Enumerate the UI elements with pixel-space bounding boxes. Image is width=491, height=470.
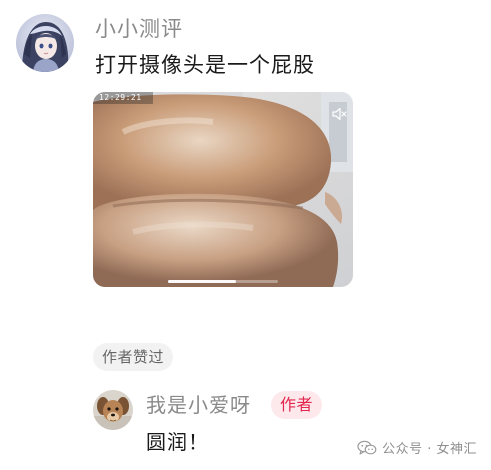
video-timestamp: 12:29:21 [99, 93, 142, 102]
video-progress-bar[interactable] [168, 280, 278, 283]
comment-username[interactable]: 小小测评 [95, 14, 183, 44]
reply-username[interactable]: 我是小爱呀 [146, 390, 251, 420]
user-avatar[interactable] [16, 14, 74, 72]
watermark-text: 公众号 · 女神汇 [382, 442, 477, 457]
video-progress-fill [168, 280, 237, 283]
author-tag: 作者 [271, 391, 323, 419]
comment-thread: 小小测评 打开摄像头是一个屁股 12:29:21 作者赞过 我是小爱呀 作者 圆… [0, 0, 491, 470]
dog-avatar-icon [93, 390, 133, 430]
reply-text: 圆润！ [146, 430, 209, 454]
video-frame-image [93, 92, 353, 287]
speaker-muted-icon[interactable] [331, 106, 347, 122]
reply-user-avatar[interactable] [93, 390, 133, 430]
author-liked-badge: 作者赞过 [93, 343, 174, 371]
wechat-icon [357, 440, 377, 455]
comment-video[interactable]: 12:29:21 [93, 92, 353, 287]
watermark: 公众号 · 女神汇 [357, 438, 477, 457]
anime-girl-avatar-icon [16, 14, 74, 72]
comment-text: 打开摄像头是一个屁股 [95, 53, 315, 77]
